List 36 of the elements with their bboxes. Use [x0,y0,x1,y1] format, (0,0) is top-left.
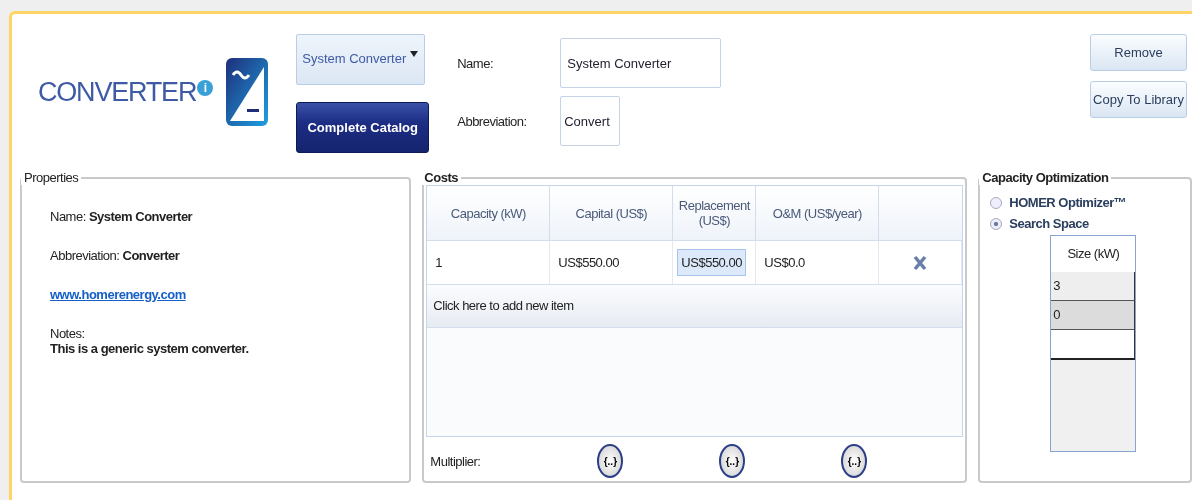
complete-catalog-button[interactable]: Complete Catalog [296,102,430,153]
abbreviation-label: Abbreviation: [457,113,528,129]
remove-button[interactable]: Remove [1090,34,1187,71]
property-text: Name: System Converter [50,209,193,224]
name-label: Name: [457,55,495,71]
costs-title: Costs [423,170,459,185]
size-input[interactable] [1051,330,1136,360]
logo-title: CONVERTER [38,76,197,108]
radio-option[interactable]: HOMER Optimizer™ [990,195,1186,210]
copy-to-library-button[interactable]: Copy To Library [1090,81,1187,118]
name-field[interactable]: System Converter [560,38,722,88]
radio-button[interactable] [990,217,1003,230]
abbreviation-field[interactable]: Convert [560,96,621,146]
table-cell[interactable]: US$0.0 [760,249,809,276]
radio-option[interactable]: Search Space [990,216,1186,231]
capacity-optimization-title: Capacity Optimization [981,170,1110,185]
website-link[interactable]: www.homerenergy.com [50,287,186,302]
notes-label: Notes: [50,326,85,341]
type-dropdown[interactable]: System Converter [296,34,426,85]
radio-button[interactable] [990,196,1003,209]
size-cell[interactable]: 3 [1051,272,1136,301]
size-cell[interactable]: 0 [1051,301,1136,330]
property-text: Abbreviation: Converter [50,248,180,263]
converter-icon [225,57,270,127]
multiplier-button[interactable]: {..} [841,444,868,478]
properties-title: Properties [23,170,80,185]
delete-icon[interactable] [913,254,928,271]
notes-text: This is a generic system converter. [50,341,249,356]
multiplier-button[interactable]: {..} [719,444,746,478]
table-cell[interactable]: 1 [431,249,447,276]
table-cell[interactable]: US$550.00 [554,249,623,276]
caret-icon [410,51,419,57]
multiplier-button[interactable]: {..} [597,444,624,478]
multiplier-label: Multiplier: [430,453,482,469]
column-header: Size (kW) [1051,236,1136,272]
table-cell[interactable]: US$550.00 [677,249,746,276]
